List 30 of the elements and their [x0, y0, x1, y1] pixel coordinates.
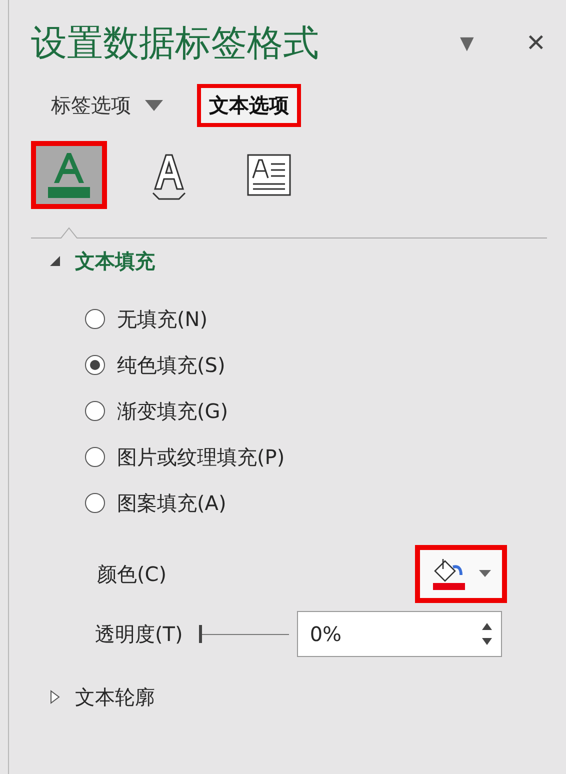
dropdown-arrow-icon [479, 570, 491, 578]
radio-label: 无填充(N) [117, 306, 208, 332]
section-title[interactable]: 文本轮廓 [75, 684, 155, 710]
panel-menu-arrow[interactable]: ▼ [460, 32, 474, 54]
radio-button[interactable] [85, 493, 105, 513]
collapse-triangle-icon[interactable] [49, 254, 61, 268]
spin-down-icon[interactable] [482, 638, 492, 645]
radio-label: 图片或纹理填充(P) [117, 444, 285, 470]
text-box-icon [247, 154, 291, 196]
section-title[interactable]: 文本填充 [75, 248, 155, 274]
options-tab[interactable]: 文本选项 [197, 84, 301, 126]
panel-title: 设置数据标签格式 [31, 22, 320, 66]
color-label: 颜色(C) [97, 560, 168, 588]
slider-thumb[interactable] [198, 625, 202, 643]
radio-button[interactable] [85, 309, 105, 329]
transparency-label: 透明度(T) [95, 620, 183, 648]
options-tab[interactable]: 标签选项 [39, 84, 175, 126]
radio-label: 纯色填充(S) [117, 352, 226, 378]
radio-button[interactable] [85, 355, 105, 375]
paint-bucket-icon [431, 557, 467, 591]
close-button[interactable]: ✕ [526, 29, 546, 57]
transparency-slider[interactable] [198, 624, 289, 644]
spin-up-icon[interactable] [482, 623, 492, 630]
radio-button[interactable] [85, 447, 105, 467]
radio-label: 图案填充(A) [117, 490, 226, 516]
radio-button[interactable] [85, 401, 105, 421]
color-picker-button[interactable] [415, 545, 507, 603]
radio-label: 渐变填充(G) [117, 398, 228, 424]
expand-triangle-icon[interactable] [49, 690, 61, 704]
transparency-input[interactable]: 0% [296, 611, 502, 657]
